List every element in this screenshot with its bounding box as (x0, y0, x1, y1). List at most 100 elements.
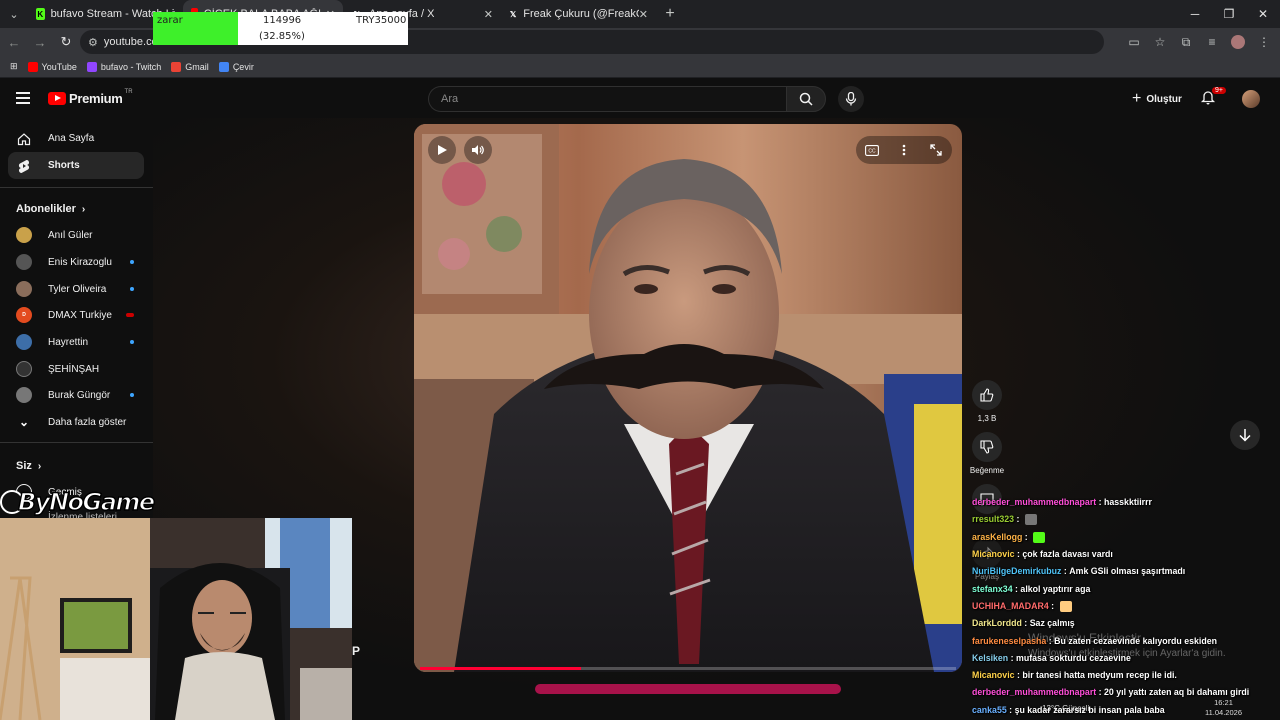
media-controls-icon[interactable]: ≡ (1200, 30, 1224, 54)
edge-letter: P (352, 644, 361, 658)
minimize-button[interactable]: ─ (1178, 0, 1212, 28)
avatar (16, 334, 32, 350)
youtube-premium-logo[interactable]: Premium TR (48, 88, 133, 106)
tab-x-freak[interactable]: 𝕏 Freak Çukuru (@FreakCukuru) / X ✕ (501, 0, 656, 28)
chat-username[interactable]: arasKellogg (972, 529, 1022, 546)
sidebar-subscription[interactable]: Anıl Güler (8, 222, 144, 248)
video-progress-bar[interactable] (420, 667, 956, 670)
more-menu-icon[interactable]: ⋮ (1252, 30, 1276, 54)
menu-icon[interactable] (16, 92, 30, 104)
play-button[interactable] (428, 136, 456, 164)
chat-username[interactable]: derbeder_muhammedbnapart (972, 494, 1096, 511)
youtube-icon (27, 61, 38, 72)
cast-icon[interactable]: ▭ (1122, 30, 1146, 54)
tab-search-button[interactable]: ⌄ (0, 0, 28, 28)
back-button[interactable]: ← (2, 30, 26, 54)
notification-badge: 9+ (1212, 87, 1226, 94)
account-avatar[interactable] (1242, 90, 1260, 108)
create-button[interactable]: + Oluştur (1124, 88, 1190, 110)
extensions-icon[interactable]: ⧉ (1174, 30, 1198, 54)
chat-username[interactable]: stefanx34 (972, 581, 1013, 598)
bookmark-twitch[interactable]: bufavo - Twitch (86, 61, 161, 72)
site-info-icon[interactable]: ⚙ (88, 36, 98, 49)
more-options-button[interactable] (894, 140, 914, 160)
translate-icon (218, 61, 229, 72)
chat-username[interactable]: DarkLorddd (972, 615, 1022, 632)
loss-target: TRY35000 (356, 15, 407, 26)
apps-icon[interactable]: ⊞ (10, 61, 18, 72)
close-window-button[interactable]: ✕ (1246, 0, 1280, 28)
bookmark-star-icon[interactable]: ☆ (1148, 30, 1172, 54)
bookmark-translate[interactable]: Çevir (218, 61, 254, 72)
system-tray: 13°C Güneşli 16:21 11.04.2026 (1028, 696, 1280, 720)
close-icon[interactable]: ✕ (484, 8, 493, 21)
captions-button[interactable]: CC (862, 140, 882, 160)
sidebar-subscription[interactable]: Burak Güngör (8, 382, 144, 408)
clock[interactable]: 16:21 11.04.2026 (1205, 698, 1242, 718)
chat-separator: : (1046, 635, 1055, 646)
x-icon: 𝕏 (509, 9, 517, 19)
streamer-webcam (0, 518, 352, 720)
chat-text: Saz çalmış (1029, 618, 1075, 629)
kick-icon: K (36, 8, 45, 20)
sidebar-subscription[interactable]: Enis Kirazoglu (8, 249, 144, 275)
loss-percent: (32.85%) (259, 31, 305, 42)
chat-message: derbeder_muhammedbnapart : hasskktiirrr (972, 494, 1272, 511)
voice-search-button[interactable] (838, 86, 864, 112)
bookmark-youtube[interactable]: YouTube (27, 61, 77, 72)
country-code: TR (124, 88, 133, 95)
reload-button[interactable]: ↻ (54, 30, 78, 54)
you-header[interactable]: Siz › (16, 460, 41, 472)
expand-icon (930, 144, 942, 156)
volume-button[interactable] (464, 136, 492, 164)
chat-username[interactable]: UCHIHA_MADAR4 (972, 598, 1049, 615)
search-input[interactable]: Ara (428, 86, 786, 112)
sidebar-item-home[interactable]: Ana Sayfa (8, 125, 144, 152)
sidebar-subscription[interactable]: ŞEHİNŞAH (8, 356, 144, 382)
avatar (16, 361, 32, 377)
live-dot (130, 393, 134, 397)
chat-username[interactable]: farukeneselpasha (972, 633, 1046, 650)
sidebar-item-shorts[interactable]: Shorts (8, 152, 144, 179)
restore-button[interactable]: ❐ (1212, 0, 1246, 28)
chat-username[interactable]: rresult323 (972, 511, 1014, 528)
arrow-down-icon (1239, 429, 1251, 442)
chat-message: DarkLorddd : Saz çalmış (972, 615, 1272, 632)
time: 16:21 (1214, 698, 1233, 707)
chat-separator: : (1014, 514, 1022, 525)
sidebar-subscription[interactable]: Hayrettin (8, 329, 144, 355)
bookmark-gmail[interactable]: Gmail (171, 61, 209, 72)
chat-username[interactable]: Micanovic (972, 667, 1015, 684)
new-tab-button[interactable]: + (656, 5, 684, 23)
weather-widget[interactable]: 13°C Güneşli (1042, 704, 1089, 713)
search-button[interactable] (786, 86, 826, 112)
subscriptions-header[interactable]: Abonelikler › (16, 203, 85, 215)
bookmark-label: Gmail (185, 61, 209, 72)
chat-message: Kelsiken : mufasa sokturdu cezaevine (972, 650, 1272, 667)
like-button[interactable]: 1,3 B (966, 380, 1008, 423)
chat-username[interactable]: canka55 (972, 702, 1007, 719)
subscription-name: ŞEHİNŞAH (48, 363, 100, 375)
sidebar-item-label: Ana Sayfa (48, 133, 95, 144)
next-short-button[interactable] (1230, 420, 1260, 450)
live-dot (130, 260, 134, 264)
chat-separator: : (1006, 704, 1015, 715)
chat-username[interactable]: Micanovic (972, 546, 1015, 563)
notifications-button[interactable]: 9+ (1200, 87, 1226, 111)
dislike-button[interactable]: Beğenme (966, 432, 1008, 475)
close-icon[interactable]: ✕ (639, 8, 648, 21)
avatar (16, 281, 32, 297)
chat-username[interactable]: Kelsiken (972, 650, 1008, 667)
youtube-header: Premium TR Ara + Oluştur 9+ (0, 80, 1280, 118)
shorts-player[interactable]: CC (414, 124, 962, 672)
chat-username[interactable]: NuriBilgeDemirkubuz (972, 563, 1061, 580)
sidebar-subscription[interactable]: Tyler Oliveira (8, 276, 144, 302)
sidebar-subscription[interactable]: D DMAX Turkiye (8, 302, 144, 328)
profile-avatar[interactable] (1226, 30, 1250, 54)
fullscreen-button[interactable] (926, 140, 946, 160)
dislike-label: Beğenme (969, 466, 1005, 475)
youtube-play-icon (48, 92, 66, 105)
forward-button[interactable]: → (28, 30, 52, 54)
show-more-button[interactable]: ⌄ Daha fazla göster (8, 409, 144, 435)
chat-separator: : (1008, 652, 1017, 663)
